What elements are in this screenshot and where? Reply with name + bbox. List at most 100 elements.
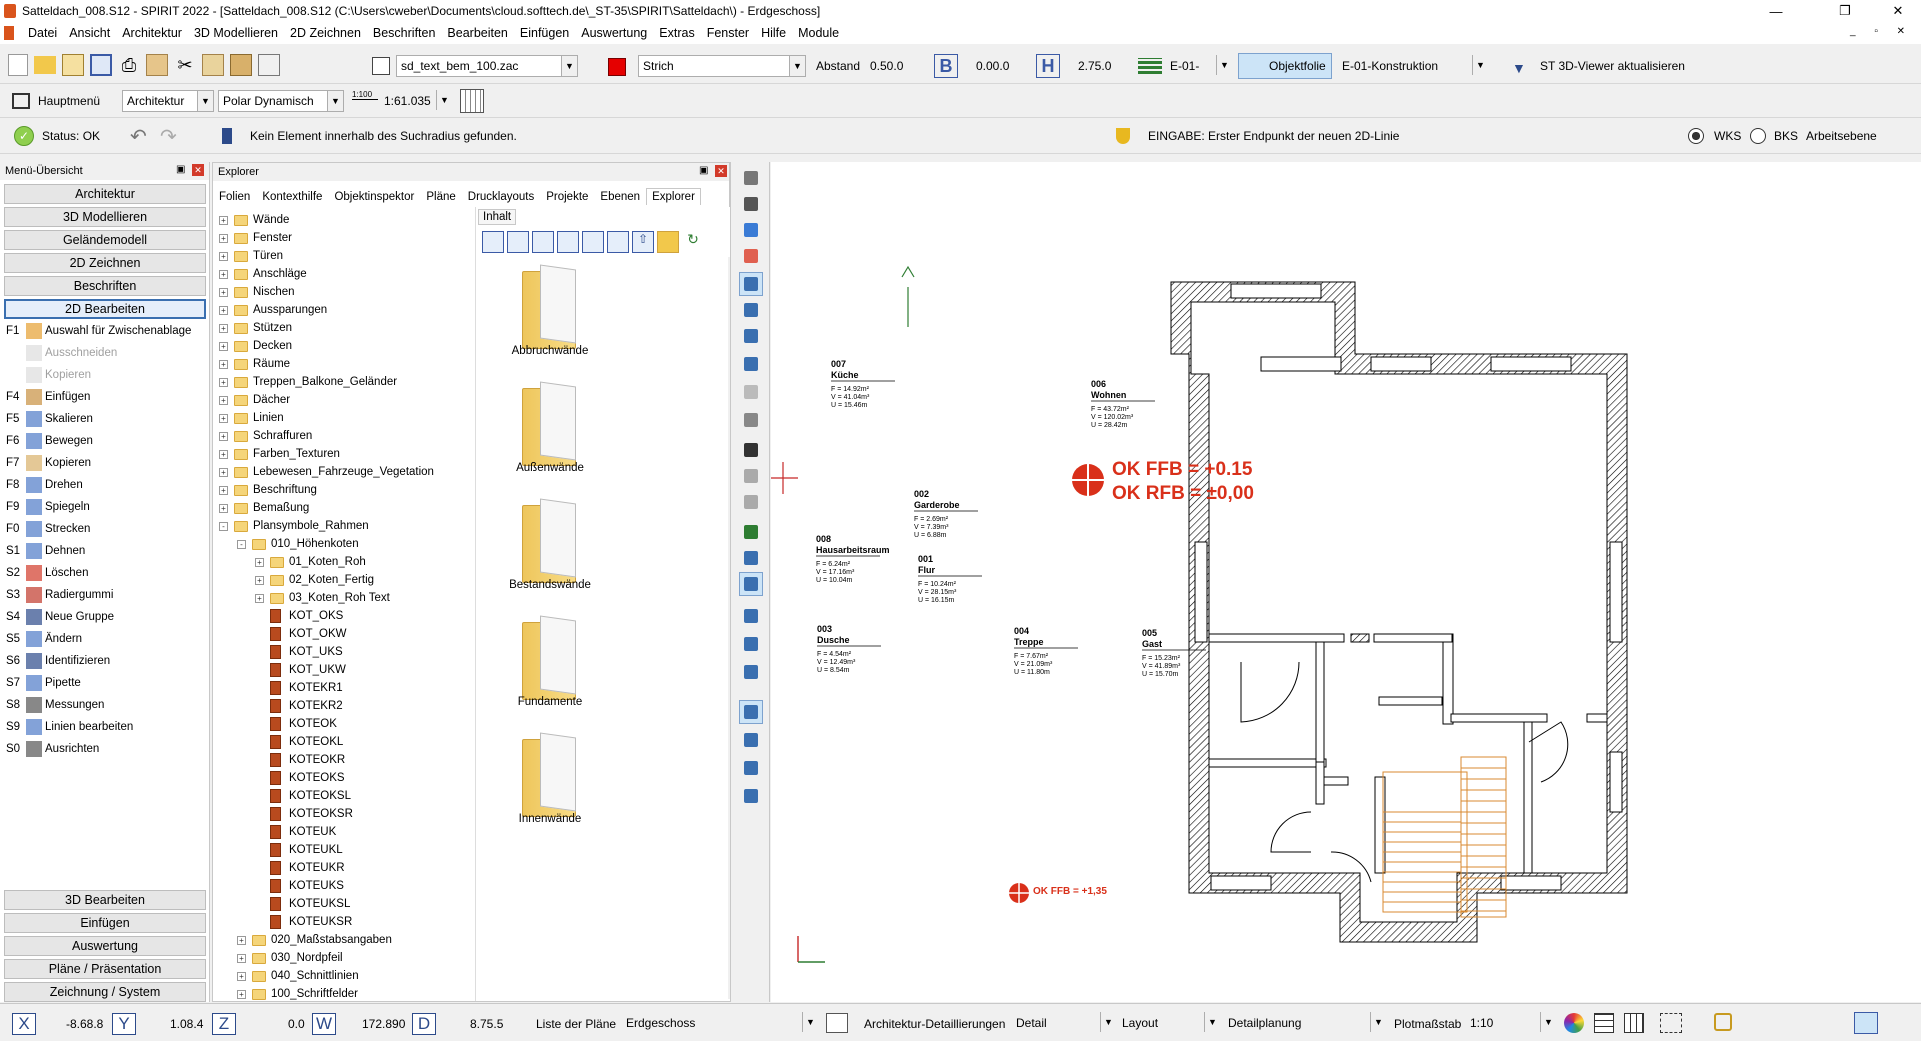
expand-icon[interactable]: + [219, 503, 228, 513]
tree-folder[interactable]: + Treppen_Balkone_Geländer [219, 373, 397, 391]
tree-item[interactable]: KOTEOKR [255, 751, 345, 769]
minimize-button[interactable]: — [1753, 0, 1799, 22]
expand-icon[interactable]: + [219, 269, 228, 279]
pin-icon[interactable]: ▣ [699, 165, 708, 176]
function-item-0[interactable]: F1 Auswahl für Zwischenablage [6, 320, 191, 342]
move-icon[interactable] [739, 192, 763, 216]
snap1-icon[interactable] [739, 464, 763, 488]
magnet-icon[interactable] [739, 438, 763, 462]
plot-combo[interactable]: 1:10 ▼ [1466, 1012, 1556, 1034]
category-button-bottom-0[interactable]: 3D Bearbeiten [4, 890, 206, 910]
expand-icon[interactable]: + [219, 287, 228, 297]
expand-icon[interactable]: + [237, 953, 246, 963]
collapse-icon[interactable]: - [219, 521, 228, 531]
tree-folder[interactable]: +040_Schnittlinien [237, 967, 359, 985]
3d-viewer-update-button[interactable]: ST 3D-Viewer aktualisieren [1540, 59, 1685, 73]
function-item-14[interactable]: S5 Ändern [6, 628, 82, 650]
view-large-icon[interactable] [482, 231, 504, 253]
tree-folder[interactable]: + Aussparungen [219, 301, 327, 319]
view-small-icon[interactable] [532, 231, 554, 253]
expand-icon[interactable]: + [219, 449, 228, 459]
function-item-11[interactable]: S2 Löschen [6, 562, 88, 584]
tree-folder[interactable]: +100_Schriftfelder [237, 985, 358, 1001]
expand-icon[interactable]: + [219, 413, 228, 423]
tree-item[interactable]: KOTEOKSL [255, 787, 351, 805]
refresh-icon[interactable]: ↻ [682, 231, 704, 253]
trim-icon[interactable] [739, 520, 763, 544]
content-tab[interactable]: Inhalt [478, 209, 517, 225]
tree-item[interactable]: KOTEOKS [255, 769, 345, 787]
function-item-16[interactable]: S7 Pipette [6, 672, 81, 694]
function-item-12[interactable]: S3 Radiergummi [6, 584, 113, 606]
room-label[interactable]: 002Garderobe F = 2.69m²V = 7.39m³U = 6.88… [914, 489, 978, 539]
floor-plan[interactable]: 007Küche F = 14.92m²V = 41.04m³U = 15.46m… [768, 162, 1921, 1002]
tree-folder[interactable]: +030_Nordpfeil [237, 949, 343, 967]
tree-folder[interactable]: + Wände [219, 211, 289, 229]
tree-item[interactable]: KOTEUKR [255, 859, 345, 877]
table-icon[interactable] [1594, 1013, 1614, 1033]
content-folder-label[interactable]: Bestandswände [480, 579, 620, 591]
x-coord-value[interactable]: -8.68.8 [66, 1017, 103, 1031]
tree-folder[interactable]: +02_Koten_Fertig [255, 571, 374, 589]
tree-folder[interactable]: + Decken [219, 337, 292, 355]
new-file-icon[interactable] [8, 54, 28, 76]
up-folder-icon[interactable]: ⇧ [632, 231, 654, 253]
expand-icon[interactable]: + [219, 215, 228, 225]
function-item-5[interactable]: F6 Bewegen [6, 430, 93, 452]
zoom-region-icon[interactable] [739, 632, 763, 656]
tree-folder[interactable]: - 010_Höhenkoten [237, 535, 359, 553]
category-button-1[interactable]: 3D Modellieren [4, 207, 206, 227]
lock-icon[interactable] [1714, 1013, 1732, 1031]
expand-icon[interactable]: + [219, 485, 228, 495]
scale-combo[interactable]: 1:61.035 ▼ [380, 90, 452, 112]
tree-item[interactable]: KOTEKR1 [255, 679, 343, 697]
category-button-2[interactable]: Geländemodell [4, 230, 206, 250]
expand-icon[interactable]: + [219, 431, 228, 441]
room-label[interactable]: 004Treppe F = 7.67m²V = 21.09m³U = 11.80m [1014, 626, 1078, 676]
expand-icon[interactable]: + [219, 251, 228, 261]
explorer-tab-3[interactable]: Pläne [420, 188, 461, 205]
tree-item[interactable]: KOTEUKL [255, 841, 343, 859]
copy-icon[interactable] [202, 54, 224, 76]
explorer-tab-6[interactable]: Ebenen [594, 188, 646, 205]
function-item-13[interactable]: S4 Neue Gruppe [6, 606, 114, 628]
menu-item-12[interactable]: Module [792, 26, 845, 40]
expand-icon[interactable]: + [219, 377, 228, 387]
grid-icon[interactable] [460, 89, 484, 113]
table2-icon[interactable] [1624, 1013, 1644, 1033]
expand-icon[interactable]: + [219, 395, 228, 405]
expand-icon[interactable]: + [219, 341, 228, 351]
expand-icon[interactable]: + [237, 989, 246, 999]
color-icon[interactable] [739, 244, 763, 268]
h-value[interactable]: 2.75.0 [1078, 59, 1111, 73]
category-button-3[interactable]: 2D Zeichnen [4, 253, 206, 273]
function-item-19[interactable]: S0 Ausrichten [6, 738, 99, 760]
objektfolie-button[interactable]: Objektfolie [1238, 53, 1332, 79]
explorer-tab-7[interactable]: Explorer [646, 188, 701, 205]
tree-folder[interactable]: + Schraffuren [219, 427, 312, 445]
tree-folder[interactable]: + Beschriftung [219, 481, 317, 499]
tree-folder[interactable]: + Räume [219, 355, 290, 373]
view-tiles-icon[interactable] [607, 231, 629, 253]
view-details-icon[interactable] [582, 231, 604, 253]
tree-folder[interactable]: + Stützen [219, 319, 292, 337]
room-label[interactable]: 007Küche F = 14.92m²V = 41.04m³U = 15.46m [831, 359, 895, 409]
function-item-7[interactable]: F8 Drehen [6, 474, 83, 496]
explorer-tab-4[interactable]: Drucklayouts [462, 188, 540, 205]
category-button-bottom-2[interactable]: Auswertung [4, 936, 206, 956]
redo-icon[interactable]: ↷ [160, 124, 177, 149]
color-swatch[interactable] [608, 58, 626, 76]
category-button-0[interactable]: Architektur [4, 184, 206, 204]
function-item-3[interactable]: F4 Einfügen [6, 386, 90, 408]
function-item-15[interactable]: S6 Identifizieren [6, 650, 110, 672]
menu-item-5[interactable]: Beschriften [367, 26, 442, 40]
category-button-bottom-1[interactable]: Einfügen [4, 913, 206, 933]
close-explorer-icon[interactable]: ✕ [715, 165, 727, 177]
menu-item-10[interactable]: Fenster [701, 26, 755, 40]
tree-folder[interactable]: + Bemaßung [219, 499, 309, 517]
detailplanung-combo[interactable]: Detailplanung ▼ [1224, 1012, 1386, 1034]
tree-folder[interactable]: - Plansymbole_Rahmen [219, 517, 369, 535]
tree-item[interactable]: KOTEOK [255, 715, 337, 733]
print-icon[interactable]: ⎙ [118, 54, 140, 76]
b-value[interactable]: 0.00.0 [976, 59, 1009, 73]
